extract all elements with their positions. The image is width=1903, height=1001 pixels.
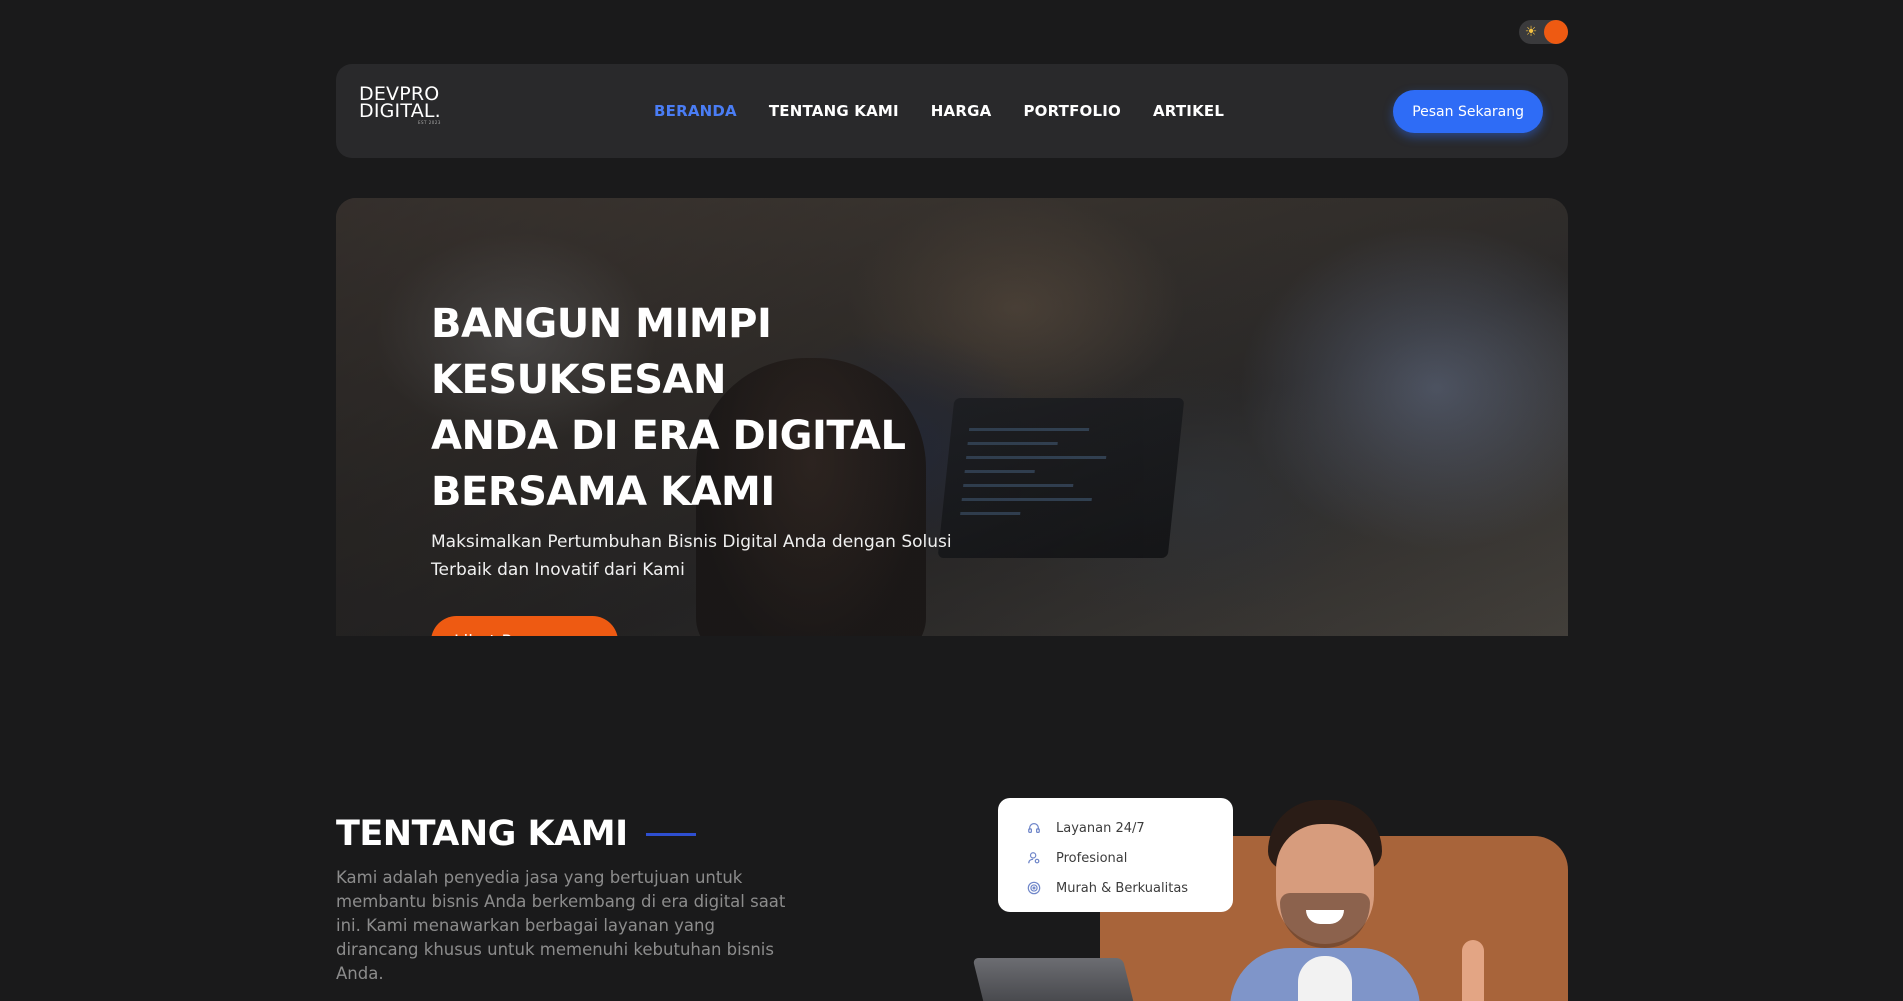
user-cog-icon — [1026, 850, 1042, 866]
about-title: TENTANG KAMI — [336, 814, 628, 854]
hero-content: BANGUN MIMPI KESUKSESAN ANDA DI ERA DIGI… — [431, 296, 1051, 636]
hero-title: BANGUN MIMPI KESUKSESAN ANDA DI ERA DIGI… — [431, 301, 906, 515]
lihat-penawaran-button[interactable]: Lihat Penawaran — [431, 616, 619, 636]
nav-item-beranda[interactable]: BERANDA — [654, 102, 737, 120]
sun-icon: ☀ — [1524, 24, 1538, 40]
logo-line2: DIGITAL. — [359, 100, 441, 122]
pointing-finger-image — [1462, 940, 1484, 1001]
nav-item-portfolio[interactable]: PORTFOLIO — [1023, 102, 1121, 120]
laptop-image — [972, 958, 1138, 1001]
hero-banner: BANGUN MIMPI KESUKSESAN ANDA DI ERA DIGI… — [336, 198, 1568, 636]
smiling-man-image — [1230, 798, 1420, 1001]
nav-item-tentang-kami[interactable]: TENTANG KAMI — [769, 102, 899, 120]
feature-label: Murah & Berkualitas — [1056, 880, 1189, 896]
pesan-sekarang-button[interactable]: Pesan Sekarang — [1393, 90, 1543, 133]
nav-links: BERANDA TENTANG KAMI HARGA PORTFOLIO ART… — [654, 64, 1224, 158]
feature-item: Layanan 24/7 — [1026, 813, 1233, 843]
feature-item: Profesional — [1026, 843, 1233, 873]
logo[interactable]: DEVPRO DIGITAL. EST 2023 — [359, 85, 441, 126]
features-card: Layanan 24/7 Profesional Murah & Berkual… — [998, 798, 1233, 912]
theme-toggle-knob — [1544, 20, 1568, 44]
theme-toggle[interactable]: ☀ — [1519, 20, 1568, 44]
about-description: Kami adalah penyedia jasa yang bertujuan… — [336, 868, 786, 983]
headset-icon — [1026, 820, 1042, 836]
about-header: TENTANG KAMI — [336, 814, 696, 854]
target-icon — [1026, 880, 1042, 896]
feature-label: Layanan 24/7 — [1056, 820, 1145, 836]
navbar: DEVPRO DIGITAL. EST 2023 BERANDA TENTANG… — [336, 64, 1568, 158]
title-underline — [645, 832, 696, 836]
nav-item-artikel[interactable]: ARTIKEL — [1153, 102, 1224, 120]
hero-subtitle: Maksimalkan Pertumbuhan Bisnis Digital A… — [431, 532, 952, 580]
feature-item: Murah & Berkualitas — [1026, 873, 1233, 903]
feature-label: Profesional — [1056, 850, 1128, 866]
nav-item-harga[interactable]: HARGA — [931, 102, 992, 120]
